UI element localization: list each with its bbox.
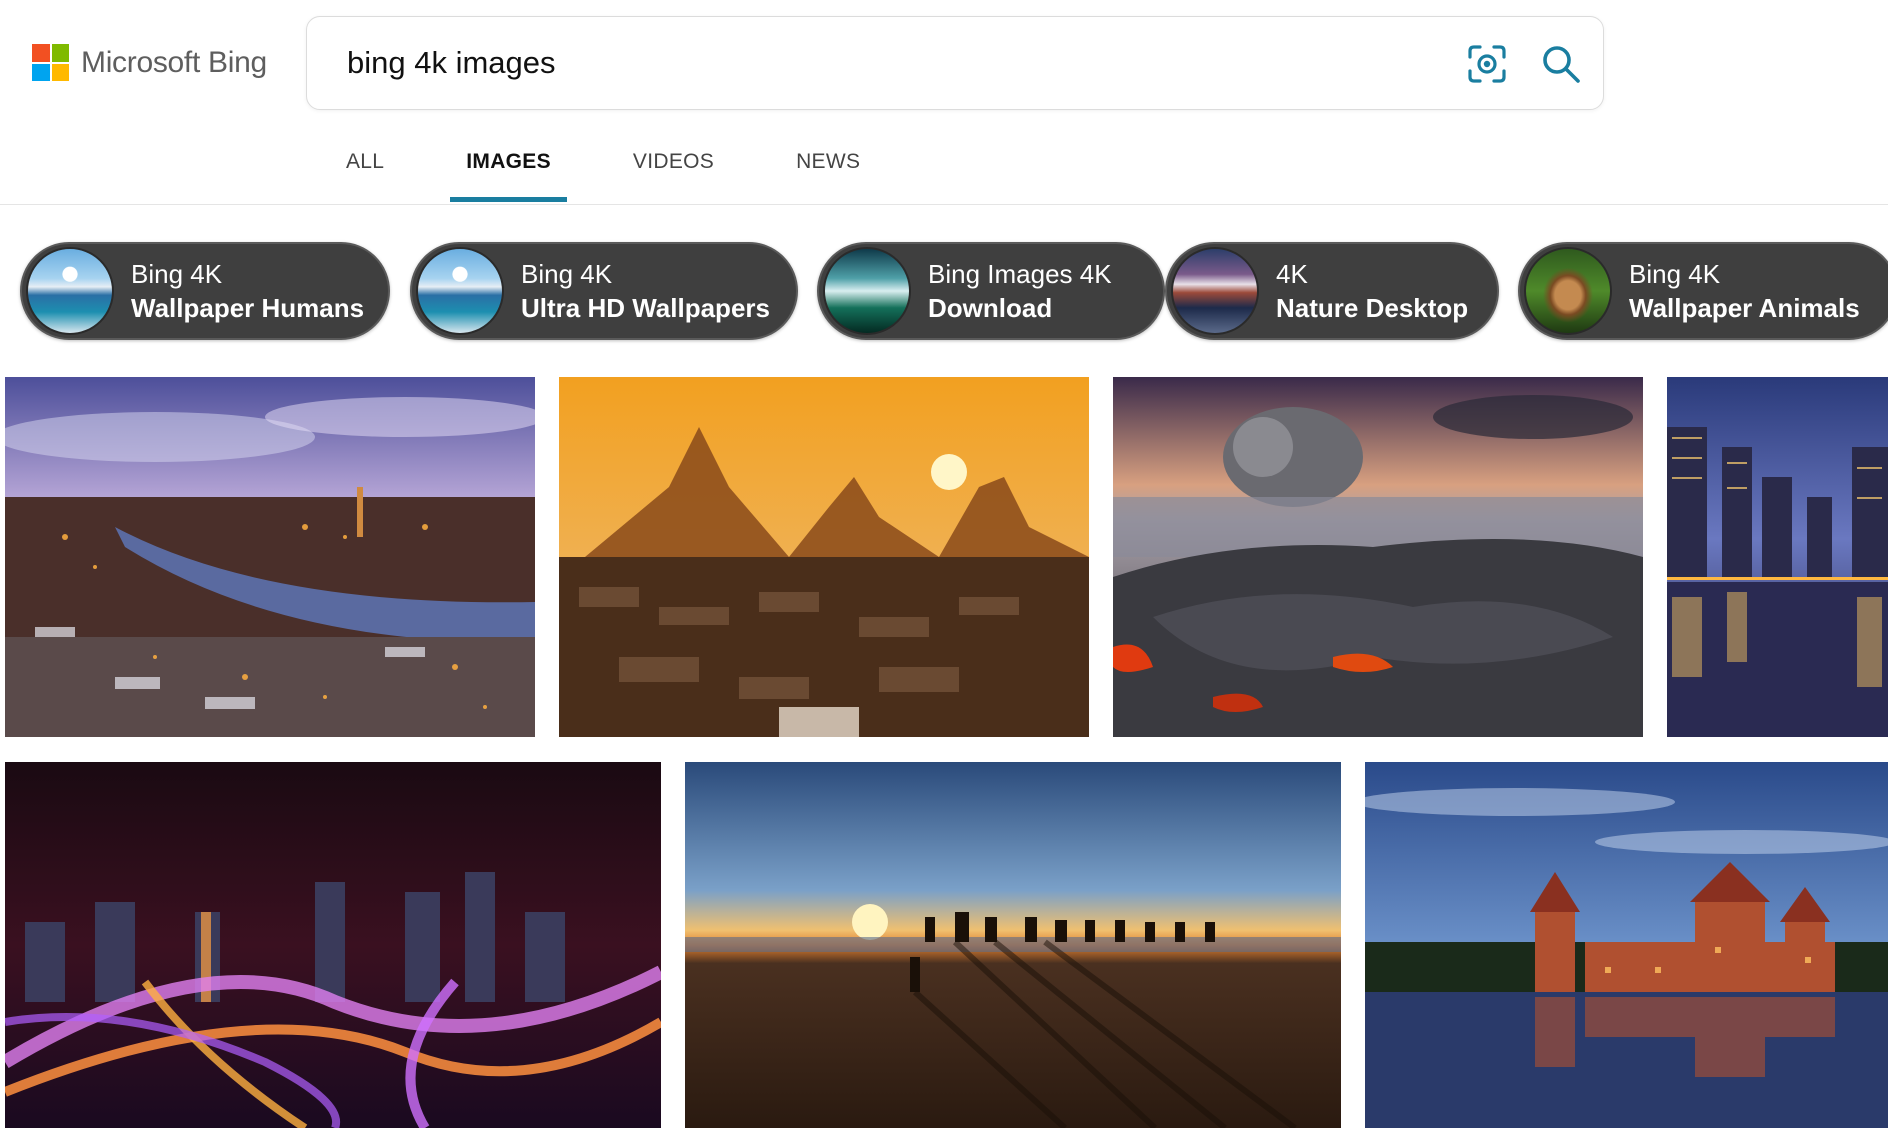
tab-images[interactable]: IMAGES	[450, 138, 567, 204]
brand-name: Microsoft Bing	[81, 45, 267, 79]
image-result-sunset-mountains[interactable]	[559, 377, 1089, 737]
image-result-lava-coast[interactable]	[1113, 377, 1643, 737]
search-input[interactable]	[347, 39, 1447, 87]
image-result-island-castle[interactable]	[1365, 762, 1888, 1128]
image-result-beach-camels[interactable]	[685, 762, 1341, 1128]
chip-line2: Wallpaper Humans	[131, 293, 365, 323]
visual-search-icon[interactable]	[1465, 42, 1509, 86]
chip-thumbnail	[26, 247, 114, 335]
image-result-highway-interchange[interactable]	[5, 762, 661, 1128]
chip-line1: Bing 4K	[131, 259, 223, 289]
chip-thumbnail	[823, 247, 911, 335]
chip-thumbnail	[1171, 247, 1259, 335]
microsoft-logo-icon	[32, 44, 69, 81]
chip-line1: Bing Images 4K	[928, 259, 1112, 289]
tab-all[interactable]: ALL	[346, 138, 384, 204]
chip-line2: Ultra HD Wallpapers	[521, 293, 770, 323]
related-chip[interactable]: Bing Images 4K Download	[817, 242, 1165, 340]
related-searches: Bing 4K Wallpaper Humans Bing 4K Ultra H…	[20, 242, 1888, 340]
chip-line1: Bing 4K	[521, 259, 613, 289]
search-icon[interactable]	[1539, 42, 1583, 86]
vertical-tabs: ALL IMAGES VIDEOS NEWS	[346, 138, 942, 204]
bing-logo[interactable]: Microsoft Bing	[32, 44, 267, 81]
related-chip[interactable]: Bing 4K Ultra HD Wallpapers	[410, 242, 798, 340]
chip-line2: Download	[928, 293, 1053, 323]
image-result-city-river[interactable]	[5, 377, 535, 737]
chip-thumbnail	[1524, 247, 1612, 335]
tab-news[interactable]: NEWS	[796, 138, 860, 204]
tab-videos[interactable]: VIDEOS	[633, 138, 714, 204]
related-chip[interactable]: Bing 4K Wallpaper Animals	[1518, 242, 1888, 340]
chip-line1: Bing 4K	[1629, 259, 1721, 289]
header: Microsoft Bing bing 4k images ALL IMAGES…	[0, 0, 1888, 205]
related-chip[interactable]: Bing 4K Wallpaper Humans	[20, 242, 390, 340]
related-chip[interactable]: 4K Nature Desktop	[1165, 242, 1499, 340]
chip-line2: Nature Desktop	[1276, 293, 1469, 323]
image-result-night-skyline[interactable]	[1667, 377, 1888, 737]
chip-line2: Wallpaper Animals	[1629, 293, 1860, 323]
chip-line1: 4K	[1276, 259, 1308, 289]
search-box	[306, 16, 1604, 110]
chip-thumbnail	[416, 247, 504, 335]
